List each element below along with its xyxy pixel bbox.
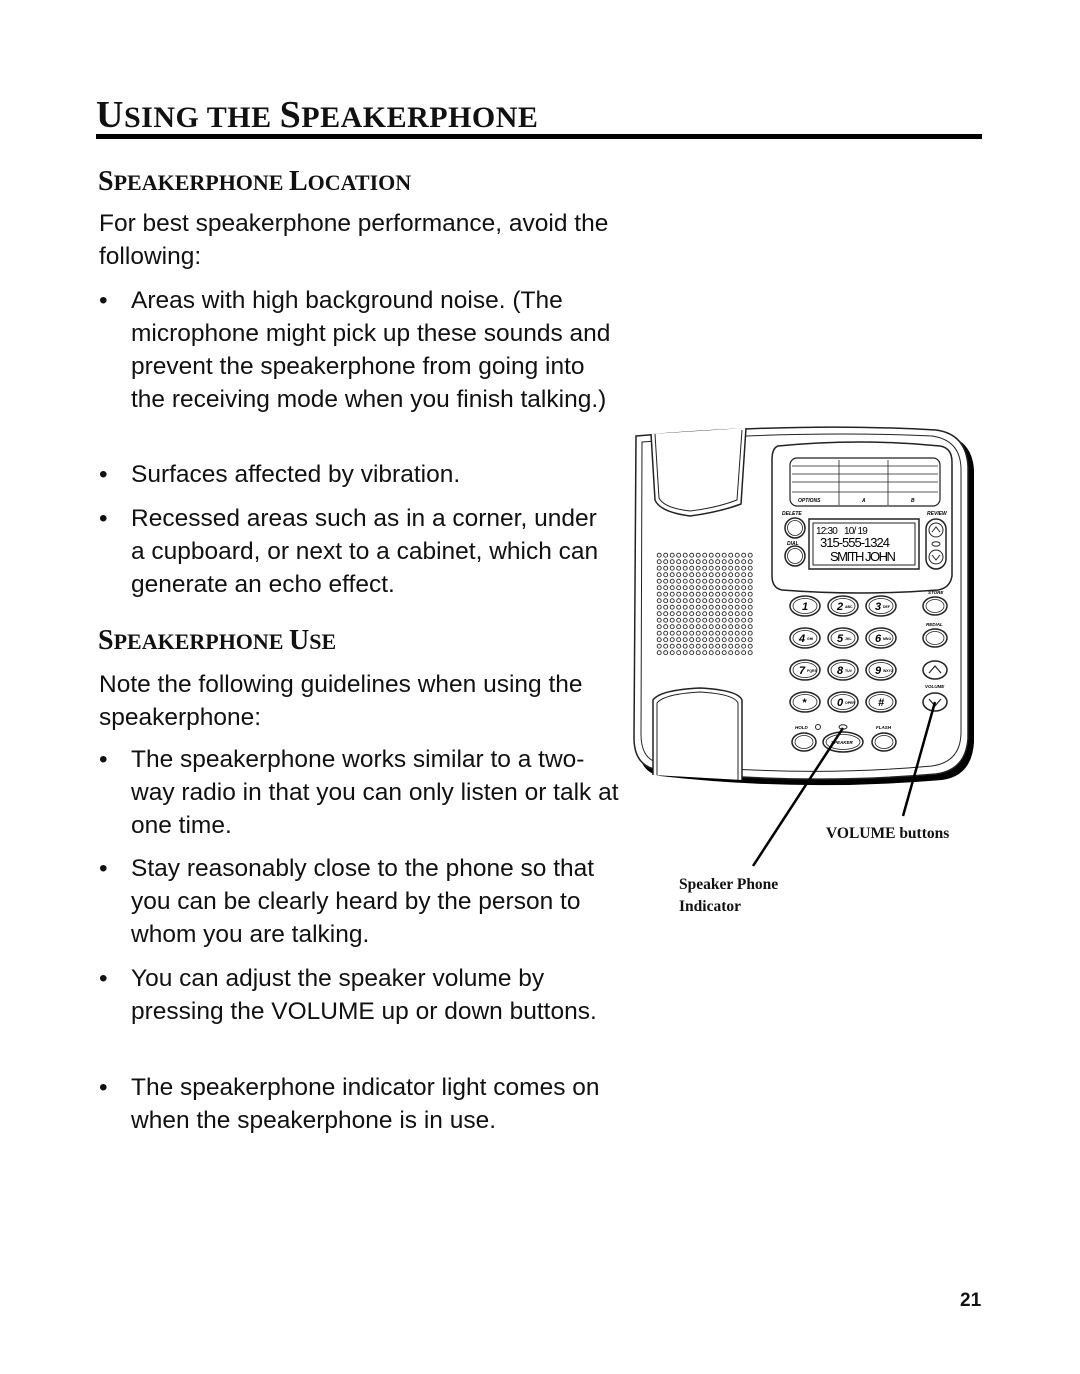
key-letters: WXYZ [883,669,894,673]
key-digit: 0 [837,697,844,709]
key-letters: PQRS [807,669,818,673]
card-label-b: B [911,498,915,504]
key-digit: * [802,697,807,709]
key-letters: GHI [807,637,813,641]
list-item: • Stay reasonably close to the phone so … [99,852,604,951]
key-digit: 9 [875,665,882,677]
key-digit: 4 [798,633,805,645]
dial-button[interactable] [784,545,806,567]
bullet-icon: • [99,746,108,773]
keypad-key[interactable]: * [789,691,821,713]
bullet-icon: • [99,965,108,992]
page-number: 21 [960,1290,982,1311]
key-digit: 7 [799,665,806,677]
volume-buttons-callout: VOLUME buttons [826,825,950,842]
key-letters: DEF [883,605,891,609]
card-label-options: OPTIONS [798,498,821,504]
key-digit: # [878,697,885,709]
phone-illustration: OPTIONS A B DELETE DIAL 12:30 10/ 19 315… [633,426,974,867]
handset-lower [652,687,743,780]
bullet-icon: • [99,461,108,488]
page-title: USING THE SPEAKERPHONE [96,94,539,136]
key-letters: TUV [845,669,853,673]
volume-label: VOLUME [925,684,945,689]
lcd-number: 315-555-1324 [820,535,890,550]
keypad-key[interactable]: 0 OPER [827,691,859,713]
key-digit: 6 [875,633,882,645]
key-digit: 5 [837,633,844,645]
speaker-indicator-callout: Speaker Phone Indicator [679,876,779,915]
section-heading-location: SPEAKERPHONE LOCATION [98,166,412,197]
delete-label: DELETE [782,511,802,517]
section-heading-use: SPEAKERPHONE USE [98,625,337,656]
speaker-grille [656,552,754,656]
key-letters: JKL [845,637,852,641]
list-item: • The speakerphone works similar to a tw… [99,743,619,842]
keypad-key[interactable]: # [865,691,897,713]
volume-up-button[interactable] [922,660,948,680]
key-letters: OPER [845,701,855,705]
keypad-key[interactable]: 8 TUV [827,659,859,681]
key-digit: 3 [875,601,881,613]
keypad-key[interactable]: 4 GHI [789,627,821,649]
list-item: • Surfaces affected by vibration. [99,458,619,491]
bullet-icon: • [99,1074,108,1101]
keypad-key[interactable]: 3 DEF [865,595,897,617]
lcd-name: SMITH JOHN [830,549,896,564]
keypad-key[interactable]: 6 MNO [865,627,897,649]
flash-label: FLASH [876,725,892,730]
location-intro: For best speakerphone performance, avoid… [99,210,609,270]
key-letters: MNO [883,637,891,641]
card-label-a: A [861,498,866,504]
list-item: • You can adjust the speaker volume by p… [99,962,599,1028]
keypad-key[interactable]: 7 PQRS [789,659,821,681]
bullet-icon: • [99,855,108,882]
store-label: STORE [928,590,944,595]
delete-button[interactable] [784,517,806,539]
keypad-key[interactable]: 1 [789,595,821,617]
keypad-key[interactable]: 5 JKL [827,627,859,649]
key-digit: 8 [837,665,844,677]
key-digit: 2 [836,601,843,613]
bullet-icon: • [99,505,108,532]
key-letters: ABC [845,605,853,609]
key-digit: 1 [802,601,808,613]
handset-upper [650,427,747,517]
keypad-key[interactable]: 2 ABC [827,595,859,617]
hold-label: HOLD [795,725,808,730]
list-item: • Recessed areas such as in a corner, un… [99,502,599,601]
keypad-key[interactable]: 9 WXYZ [865,659,897,681]
review-label: REVIEW [927,511,948,517]
use-intro: Note the following guidelines when using… [99,671,583,731]
bullet-icon: • [99,287,108,314]
list-item: • The speakerphone indicator light comes… [99,1071,619,1137]
redial-label: REDIAL [926,622,943,627]
title-rule [96,134,982,139]
list-item: • Areas with high background noise. (The… [99,284,619,416]
